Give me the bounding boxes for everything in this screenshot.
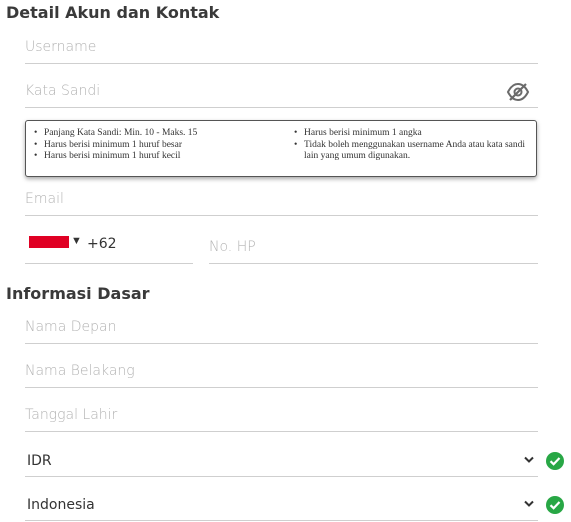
basic-section-title: Informasi Dasar (6, 284, 150, 303)
dob-field (25, 398, 538, 432)
chevron-down-icon (524, 456, 534, 463)
password-rule: Harus berisi minimum 1 huruf kecil (31, 151, 271, 163)
password-rule: Harus berisi minimum 1 angka (291, 128, 531, 140)
password-rule: Tidak boleh menggunakan username Anda at… (291, 140, 531, 163)
password-input[interactable] (25, 81, 498, 101)
last-name-input[interactable] (25, 361, 538, 381)
first-name-input[interactable] (25, 317, 538, 337)
username-input[interactable] (25, 37, 538, 57)
check-circle-icon (546, 452, 564, 470)
password-rule: Panjang Kata Sandi: Min. 10 - Maks. 15 (31, 128, 271, 140)
chevron-down-icon (524, 500, 534, 507)
country-select[interactable]: Indonesia (25, 487, 538, 521)
password-rules-tooltip: Panjang Kata Sandi: Min. 10 - Maks. 15 H… (25, 120, 537, 177)
currency-select[interactable]: IDR (25, 443, 538, 477)
phone-country-code-select[interactable]: ▼ +62 (25, 230, 193, 264)
phone-dial-code: +62 (87, 236, 117, 252)
eye-slash-icon[interactable] (506, 82, 530, 102)
country-value: Indonesia (27, 497, 95, 513)
last-name-field (25, 354, 538, 388)
currency-value: IDR (27, 453, 52, 469)
first-name-field (25, 310, 538, 344)
password-rule: Harus berisi minimum 1 huruf besar (31, 140, 271, 152)
password-field (25, 74, 538, 108)
password-rules-left: Panjang Kata Sandi: Min. 10 - Maks. 15 H… (31, 128, 271, 163)
phone-input[interactable] (209, 237, 538, 257)
email-field (25, 182, 538, 216)
email-input[interactable] (25, 189, 538, 209)
caret-down-icon: ▼ (71, 235, 82, 247)
username-field (25, 30, 538, 64)
check-circle-icon (546, 496, 564, 514)
password-rules-right: Harus berisi minimum 1 angka Tidak boleh… (291, 128, 531, 163)
phone-field (209, 230, 538, 264)
indonesia-flag-icon (29, 236, 69, 248)
dob-input[interactable] (25, 405, 538, 425)
account-section-title: Detail Akun dan Kontak (6, 3, 220, 22)
